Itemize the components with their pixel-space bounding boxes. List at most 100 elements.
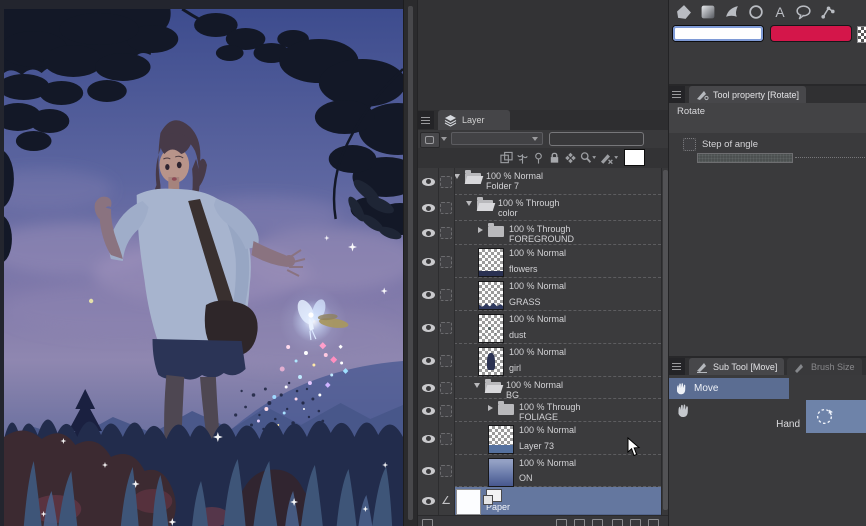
canvas-viewport[interactable]: [0, 0, 403, 526]
layer-checkbox[interactable]: [438, 278, 454, 311]
sub-tool-rotate-selected[interactable]: [806, 400, 866, 433]
canvas-vertical-scrollbar[interactable]: [403, 0, 418, 526]
layer-tab-label: Layer: [462, 115, 485, 125]
layer-checkbox[interactable]: [438, 399, 454, 422]
panel-menu-icon[interactable]: [669, 358, 685, 375]
visibility-toggle[interactable]: [418, 278, 438, 311]
blend-mode-dropdown[interactable]: [451, 132, 543, 145]
step-of-angle-checkbox[interactable]: [683, 138, 696, 151]
visibility-toggle[interactable]: [418, 377, 438, 399]
eye-icon: [421, 204, 435, 212]
gradient-icon: [701, 5, 714, 18]
sub-color-swatch[interactable]: [771, 26, 851, 41]
operation-tool-button[interactable]: [819, 3, 836, 20]
sub-tool-tabrow: Sub Tool [Move] Brush Size: [669, 358, 866, 375]
visibility-toggle[interactable]: [418, 195, 438, 221]
tab-tool-property[interactable]: Tool property [Rotate]: [689, 86, 807, 103]
transfer-layer-icon[interactable]: [612, 519, 623, 526]
layer-thumbnail: [478, 314, 504, 343]
new-folder-icon[interactable]: [592, 519, 603, 526]
delete-layer-icon[interactable]: [648, 519, 659, 526]
layer-checkbox[interactable]: [438, 245, 454, 278]
chevron-right-icon[interactable]: [478, 227, 483, 233]
visibility-toggle[interactable]: [418, 487, 438, 515]
layer-palette-bottombar: [418, 515, 669, 526]
lock-layer-icon[interactable]: [548, 151, 561, 165]
eye-icon: [421, 406, 435, 415]
eraser-tool-button[interactable]: [675, 3, 692, 20]
layer-blend: 100 % Normal: [486, 171, 544, 181]
folder-closed-icon: [488, 223, 504, 237]
visibility-toggle[interactable]: [418, 311, 438, 344]
visibility-toggle[interactable]: [418, 422, 438, 455]
eye-icon: [421, 356, 435, 365]
lock-transparent-icon[interactable]: [532, 151, 545, 165]
new-layer-icon[interactable]: [556, 519, 567, 526]
sub-tool-group-move[interactable]: Move: [669, 378, 789, 399]
tab-brush-size[interactable]: Brush Size: [787, 358, 862, 375]
layer-checkbox[interactable]: [438, 221, 454, 245]
layer-template-button[interactable]: [420, 132, 440, 148]
layer-checkbox[interactable]: [438, 455, 454, 487]
visibility-toggle[interactable]: [418, 221, 438, 245]
fill-tool-button[interactable]: [723, 3, 740, 20]
select-layer-icon[interactable]: [580, 151, 597, 165]
column-divider: [454, 168, 455, 515]
reference-layer-icon[interactable]: [516, 151, 529, 165]
layer-opacity-field[interactable]: [549, 132, 644, 146]
layer-menu-icon[interactable]: [418, 111, 434, 129]
brush-size-tab-label: Brush Size: [811, 361, 855, 372]
text-tool-button[interactable]: A: [771, 3, 788, 20]
sub-tool-hand[interactable]: Hand: [669, 400, 805, 433]
draft-layer-icon[interactable]: [564, 151, 577, 165]
visibility-toggle[interactable]: [418, 344, 438, 377]
layer-checkbox[interactable]: [438, 377, 454, 399]
layer-checkbox[interactable]: [438, 344, 454, 377]
sub-tool-icon: [697, 362, 707, 373]
panel-menu-icon[interactable]: [669, 86, 685, 103]
current-tool-label: Rotate: [677, 106, 705, 117]
visibility-toggle[interactable]: [418, 168, 438, 195]
chevron-down-icon[interactable]: [466, 201, 472, 206]
chevron-down-icon[interactable]: [474, 383, 480, 388]
layer-palette-tabrow: Layer: [418, 110, 669, 130]
tab-layer[interactable]: Layer: [438, 110, 510, 130]
panel-option-icon[interactable]: [422, 519, 433, 526]
layer-thumbnail: [488, 425, 514, 454]
layer-palette: Layer 100 % Normal Folder 7 100 % Throug…: [417, 0, 670, 526]
canvas-artwork[interactable]: [4, 9, 403, 526]
transparent-color-swatch[interactable]: [857, 26, 866, 43]
merge-layer-icon[interactable]: [630, 519, 641, 526]
visibility-toggle[interactable]: [418, 455, 438, 487]
circle-icon: [748, 4, 763, 19]
layer-thumbnail: [488, 458, 514, 487]
chevron-right-icon[interactable]: [488, 405, 493, 411]
new-vector-layer-icon[interactable]: [574, 519, 585, 526]
layers-icon: [444, 114, 457, 127]
visibility-toggle[interactable]: [418, 399, 438, 422]
visibility-toggle[interactable]: [418, 245, 438, 278]
color-swatches: [669, 25, 866, 45]
layer-checkbox[interactable]: [438, 311, 454, 344]
chevron-down-icon[interactable]: [441, 137, 447, 141]
folder-open-icon: [465, 170, 481, 184]
balloon-tool-button[interactable]: [795, 3, 812, 20]
layer-checkbox[interactable]: [438, 422, 454, 455]
eye-icon: [421, 323, 435, 332]
step-of-angle-row: Step of angle: [683, 138, 758, 151]
layer-checkbox[interactable]: [438, 168, 454, 195]
folder-open-icon: [477, 197, 493, 211]
clip-to-layer-icon[interactable]: [500, 151, 513, 165]
layer-thumbnail: [456, 489, 481, 515]
main-color-swatch[interactable]: [673, 26, 763, 41]
step-of-angle-slider[interactable]: [697, 153, 793, 163]
figure-tool-button[interactable]: [747, 3, 764, 20]
gradient-tool-button[interactable]: [699, 3, 716, 20]
layer-color-swatch[interactable]: [624, 149, 645, 166]
tool-property-tab-label: Tool property [Rotate]: [713, 89, 800, 100]
folder-closed-icon: [498, 401, 514, 415]
tab-sub-tool-move[interactable]: Sub Tool [Move]: [689, 358, 785, 375]
layer-checkbox[interactable]: [438, 195, 454, 221]
balloon-icon: [796, 4, 811, 19]
layer-mask-icon[interactable]: [600, 151, 619, 165]
